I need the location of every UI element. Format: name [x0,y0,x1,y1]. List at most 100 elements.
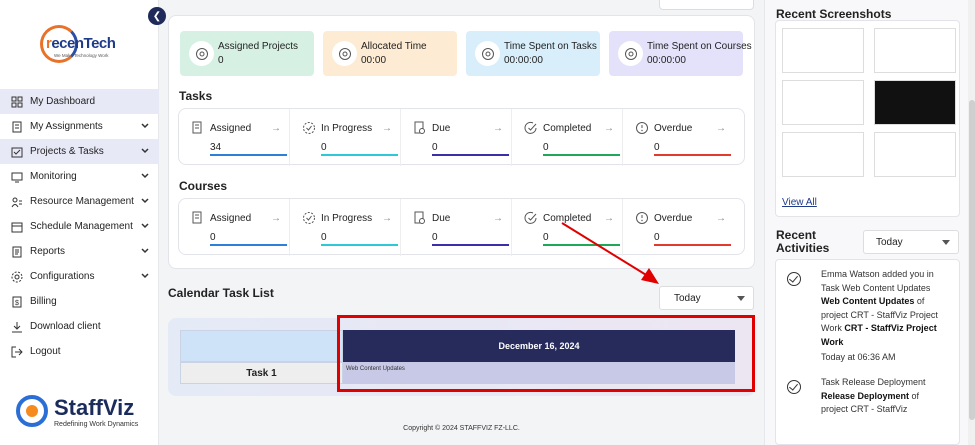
courses-assigned-cell[interactable]: Assigned → 0 [179,199,290,256]
due-icon [414,121,425,134]
arrow-right-icon[interactable]: → [716,213,726,224]
screenshot-thumbnail[interactable] [782,80,864,125]
completed-icon [524,121,537,134]
screenshot-thumbnail[interactable] [874,28,956,73]
activities-card: Emma Watson added you in Task Web Conten… [775,259,960,445]
brand-name: StaffViz [54,395,135,420]
assigned-icon [192,211,202,224]
check-circle-icon [787,272,801,286]
configurations-icon [10,270,24,284]
calendar-task-cell[interactable]: Task 1 [180,362,343,384]
main-content: Assigned Projects 0 Allocated Time 00:00 Tim… [159,0,764,445]
stat-value: 0 [218,55,224,66]
cell-value: 34 [210,142,222,153]
tasks-in-progress-cell[interactable]: In Progress → 0 [290,109,401,166]
chevron-left-icon: ❮ [152,10,162,22]
arrow-right-icon[interactable]: → [604,123,614,134]
tasks-row: Assigned → 34 In Progress → 0 Due → 0 Completed → 0… [178,108,745,166]
check-circle-icon [787,380,801,394]
company-logo: recenTech We Make Technology Work [40,23,118,65]
arrow-right-icon[interactable]: → [716,123,726,134]
tasks-assigned-cell[interactable]: Assigned → 34 [179,109,290,166]
sidebar-item-schedule-management[interactable]: Schedule Management [0,214,159,239]
time-tasks-icon [475,41,500,66]
courses-in-progress-cell[interactable]: In Progress → 0 [290,199,401,256]
activities-filter-value: Today [876,237,903,248]
courses-title: Courses [179,179,228,193]
chevron-down-icon [141,173,149,179]
right-panel-scrollbar[interactable] [968,0,975,445]
cell-value: 0 [210,232,216,243]
sidebar-item-label: Download client [30,321,101,332]
screenshot-thumbnail[interactable] [874,80,956,125]
sidebar-item-download-client[interactable]: Download client [0,314,159,339]
cell-label: Assigned [210,213,252,224]
view-all-link[interactable]: View All [782,197,817,208]
brand-tagline: Redefining Work Dynamics [54,421,139,428]
stat-card: Allocated Time 00:00 [323,31,457,76]
activities-filter-dropdown[interactable]: Today [863,230,959,254]
stat-value: 00:00:00 [647,55,686,66]
sidebar-item-resource-management[interactable]: Resource Management [0,189,159,214]
cell-underline [321,154,398,156]
resource-icon [10,195,24,209]
sidebar-item-label: My Assignments [30,121,103,132]
tasks-due-cell[interactable]: Due → 0 [401,109,512,166]
screenshot-thumbnail[interactable] [782,132,864,177]
stat-card: Time Spent on Tasks 00:00:00 [466,31,600,76]
arrow-right-icon[interactable]: → [382,123,392,134]
top-filter-dropdown[interactable] [659,0,754,10]
activity-text: Task Release Deployment Release Deployme… [821,377,926,414]
cell-underline [210,154,287,156]
collapse-sidebar-button[interactable]: ❮ [148,7,166,25]
download-icon [10,320,24,334]
arrow-right-icon[interactable]: → [493,123,503,134]
sidebar-item-label: Logout [30,346,61,357]
sidebar-item-my-assignments[interactable]: My Assignments [0,114,159,139]
tasks-completed-cell[interactable]: Completed → 0 [512,109,623,166]
sidebar-item-logout[interactable]: Logout [0,339,159,364]
screenshot-thumbnail[interactable] [782,28,864,73]
in-progress-icon [303,212,315,224]
activity-item: Task Release Deployment Release Deployme… [776,376,959,444]
arrow-right-icon[interactable]: → [493,213,503,224]
calendar-title: Calendar Task List [168,286,274,300]
sidebar-item-label: Resource Management [30,196,134,207]
billing-icon: $ [10,295,24,309]
sidebar-item-projects-tasks[interactable]: Projects & Tasks [0,139,159,164]
cell-underline [210,244,287,246]
arrow-right-icon[interactable]: → [382,213,392,224]
activity-text: Emma Watson added you in Task Web Conten… [821,268,946,365]
sidebar-item-label: My Dashboard [30,96,96,107]
stat-card: Time Spent on Courses 00:00:00 [609,31,752,76]
scrollbar-thumb[interactable] [969,100,975,420]
sidebar-item-configurations[interactable]: Configurations [0,264,159,289]
sidebar-item-label: Monitoring [30,171,77,182]
sidebar-item-label: Schedule Management [30,221,133,232]
sidebar-item-reports[interactable]: Reports [0,239,159,264]
screenshot-thumbnail[interactable] [874,132,956,177]
annotation-arrow [561,222,659,284]
sidebar-item-monitoring[interactable]: Monitoring [0,164,159,189]
chevron-down-icon [141,123,149,129]
staffviz-logo: StaffViz Redefining Work Dynamics [16,395,156,435]
tasks-overdue-cell[interactable]: Overdue → 0 [623,109,734,166]
arrow-right-icon[interactable]: → [271,123,281,134]
in-progress-icon [303,122,315,134]
cell-value: 0 [654,142,660,153]
caret-down-icon [942,240,950,245]
sidebar: recenTech We Make Technology Work My Das… [0,0,159,445]
sidebar-item-billing[interactable]: $ Billing [0,289,159,314]
stat-value: 00:00 [361,55,387,66]
calendar-filter-dropdown[interactable]: Today [659,286,754,310]
chevron-down-icon [141,198,149,204]
arrow-right-icon[interactable]: → [271,213,281,224]
dashboard-icon [10,95,24,109]
chevron-down-icon [141,223,149,229]
cell-underline [432,244,509,246]
activity-time: Today at 06:36 AM [821,352,896,362]
activities-title: Recent Activities [776,228,830,255]
courses-due-cell[interactable]: Due → 0 [401,199,512,256]
sidebar-item-my-dashboard[interactable]: My Dashboard [0,89,159,114]
assignments-icon [10,120,24,134]
